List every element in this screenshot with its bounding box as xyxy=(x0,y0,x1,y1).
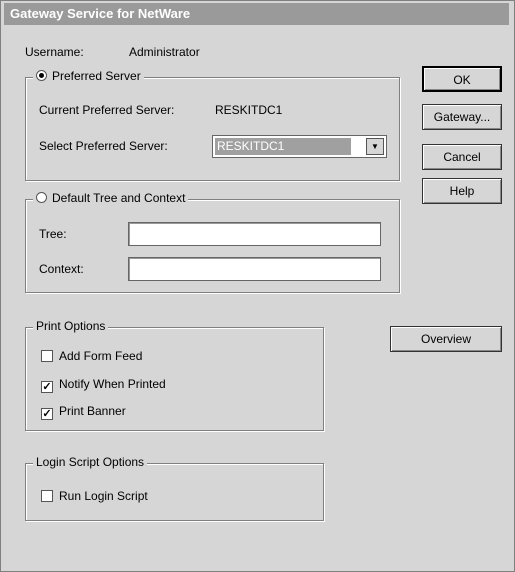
default-tree-label: Default Tree and Context xyxy=(52,191,186,205)
print-banner-checkbox[interactable]: ✓ Print Banner xyxy=(41,404,126,420)
radio-icon-selected xyxy=(36,70,47,81)
checkmark-icon: ✓ xyxy=(41,381,53,393)
context-input[interactable] xyxy=(128,257,381,281)
checkbox-icon xyxy=(41,490,53,502)
default-tree-radio[interactable]: Default Tree and Context xyxy=(33,191,189,205)
username-value: Administrator xyxy=(129,45,200,59)
preferred-server-select[interactable]: RESKITDC1 ▼ xyxy=(212,135,387,158)
title-bar[interactable]: Gateway Service for NetWare xyxy=(4,3,509,25)
login-script-options-legend: Login Script Options xyxy=(33,455,148,469)
preferred-server-radio[interactable]: Preferred Server xyxy=(33,69,144,83)
print-banner-label: Print Banner xyxy=(59,404,126,418)
chevron-down-icon[interactable]: ▼ xyxy=(366,138,384,155)
tree-label: Tree: xyxy=(39,227,67,241)
preferred-server-label: Preferred Server xyxy=(52,69,141,83)
add-form-feed-checkbox[interactable]: Add Form Feed xyxy=(41,349,142,363)
checkbox-icon xyxy=(41,350,53,362)
current-preferred-server-value: RESKITDC1 xyxy=(215,103,283,117)
cancel-button[interactable]: Cancel xyxy=(422,144,502,170)
notify-when-printed-checkbox[interactable]: ✓ Notify When Printed xyxy=(41,377,166,393)
notify-when-printed-label: Notify When Printed xyxy=(59,377,166,391)
username-label: Username: xyxy=(25,45,84,59)
ok-button[interactable]: OK xyxy=(422,66,502,92)
preferred-server-group xyxy=(25,77,400,181)
help-button[interactable]: Help xyxy=(422,178,502,204)
preferred-server-select-value: RESKITDC1 xyxy=(215,138,351,155)
add-form-feed-label: Add Form Feed xyxy=(59,349,143,363)
dialog-window: Gateway Service for NetWare Username: Ad… xyxy=(0,0,515,572)
current-preferred-server-label: Current Preferred Server: xyxy=(39,103,175,117)
radio-icon-unselected xyxy=(36,192,47,203)
tree-input[interactable] xyxy=(128,222,381,246)
select-preferred-server-label: Select Preferred Server: xyxy=(39,139,168,153)
run-login-script-checkbox[interactable]: Run Login Script xyxy=(41,489,148,503)
checkmark-icon: ✓ xyxy=(41,408,53,420)
gateway-button[interactable]: Gateway... xyxy=(422,104,502,130)
run-login-script-label: Run Login Script xyxy=(59,489,148,503)
print-options-legend: Print Options xyxy=(33,319,109,333)
context-label: Context: xyxy=(39,262,84,276)
overview-button[interactable]: Overview xyxy=(390,326,502,352)
